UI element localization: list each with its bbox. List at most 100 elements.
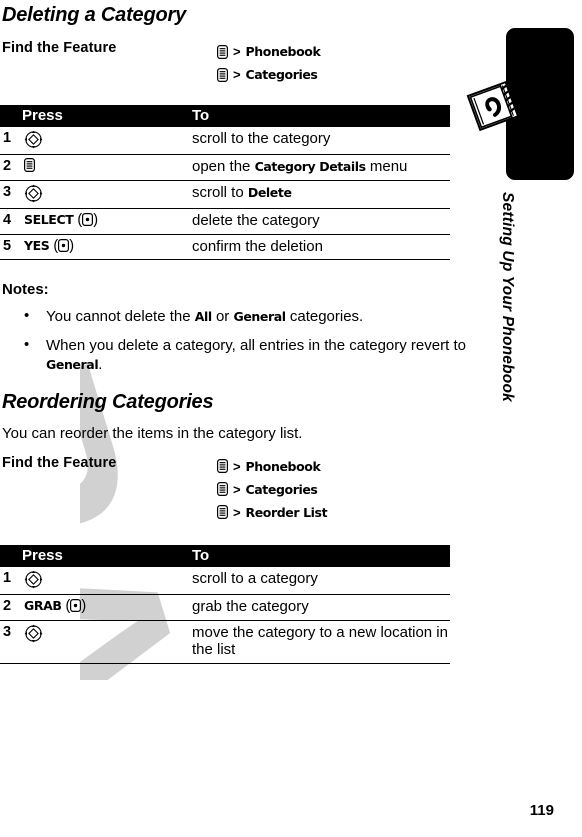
find-the-feature-label: Find the Feature bbox=[2, 40, 117, 56]
soft-key-icon bbox=[82, 212, 94, 226]
path-destination: Phonebook bbox=[245, 458, 321, 474]
table-row: 2 open the Category Details menu bbox=[0, 154, 450, 181]
step-number: 1 bbox=[0, 566, 22, 595]
table-row: 2 GRAB ( ) grab the category bbox=[0, 594, 450, 621]
step-to-prefix: scroll to the category bbox=[192, 130, 331, 147]
col-to: To bbox=[192, 544, 450, 567]
step-number: 4 bbox=[0, 208, 22, 235]
softkey-paren: ) bbox=[81, 597, 87, 614]
table-header-row: Press To bbox=[0, 544, 450, 567]
steps-table-deleting: Press To 1 scroll to the category 2 open… bbox=[0, 105, 450, 259]
step-to: scroll to a category bbox=[192, 566, 450, 595]
col-to: To bbox=[192, 105, 450, 127]
step-to: move the category to a new location in t… bbox=[192, 620, 450, 663]
menu-path-line: > Categories bbox=[217, 478, 450, 501]
step-number: 1 bbox=[0, 127, 22, 156]
step-to: grab the category bbox=[192, 594, 450, 621]
find-the-feature-block-2: Find the Feature > Phonebook > Categorie… bbox=[0, 442, 450, 524]
step-to: scroll to the category bbox=[192, 127, 450, 156]
page-number: 119 bbox=[529, 802, 554, 819]
table-row: 1 bbox=[0, 127, 450, 156]
chapter-label: Setting Up Your Phonebook bbox=[499, 192, 516, 402]
step-to-prefix: scroll to bbox=[192, 183, 248, 201]
note-bold-1: All bbox=[194, 309, 212, 325]
note-mid: or bbox=[211, 308, 234, 326]
step-press-label: SELECT bbox=[24, 211, 74, 227]
step-press: YES ( ) bbox=[22, 234, 192, 259]
softkey-paren: ( bbox=[49, 237, 59, 254]
softkey-paren: ) bbox=[93, 211, 99, 228]
page-title: Deleting a Category bbox=[2, 4, 187, 26]
table-bottom-rule bbox=[0, 259, 450, 261]
path-destination: Categories bbox=[245, 481, 318, 497]
step-to-suffix: menu bbox=[365, 158, 408, 176]
step-press bbox=[22, 127, 192, 156]
note-suffix: categories. bbox=[285, 308, 364, 326]
menu-key-icon bbox=[24, 158, 35, 173]
softkey-paren: ( bbox=[73, 211, 83, 228]
step-to-bold: Delete bbox=[247, 184, 292, 200]
navigation-key-icon bbox=[24, 624, 43, 643]
manual-page: DRAFT Deleting a Category Find the Featu… bbox=[0, 0, 582, 837]
step-press bbox=[22, 154, 192, 181]
find-the-feature-label: Find the Feature bbox=[2, 454, 117, 471]
step-to-prefix: move the category to a new location in t… bbox=[192, 623, 448, 659]
list-item: When you delete a category, all entries … bbox=[24, 335, 470, 375]
step-number: 2 bbox=[0, 594, 22, 621]
step-to: confirm the deletion bbox=[192, 234, 450, 259]
step-press: GRAB ( ) bbox=[22, 594, 192, 621]
path-destination: Reorder List bbox=[245, 504, 328, 520]
table-row: 4 SELECT ( ) delete the category bbox=[0, 208, 450, 235]
section-intro: You can reorder the items in the categor… bbox=[2, 424, 303, 442]
soft-key-icon bbox=[70, 598, 82, 612]
notes-list: You cannot delete the All or General cat… bbox=[0, 306, 470, 375]
col-number bbox=[0, 105, 22, 127]
step-press: SELECT ( ) bbox=[22, 208, 192, 235]
table-row: 5 YES ( ) confirm the deletion bbox=[0, 234, 450, 259]
note-bold-2: General bbox=[233, 309, 286, 325]
find-the-feature-path: > Phonebook > Categories bbox=[217, 455, 450, 524]
step-to: delete the category bbox=[192, 208, 450, 235]
step-to-prefix: scroll to a category bbox=[192, 569, 318, 587]
path-separator: > bbox=[233, 481, 241, 497]
list-item: You cannot delete the All or General cat… bbox=[24, 306, 470, 327]
table-bottom-rule bbox=[0, 662, 450, 664]
col-number bbox=[0, 544, 22, 567]
step-number: 5 bbox=[3, 237, 12, 254]
path-destination: Phonebook bbox=[245, 44, 321, 59]
step-to: scroll to Delete bbox=[192, 180, 450, 209]
table-row: 3 bbox=[0, 180, 450, 209]
soft-key-icon bbox=[58, 238, 70, 252]
step-to-prefix: confirm the deletion bbox=[192, 237, 323, 255]
step-to-prefix: delete the category bbox=[192, 211, 320, 229]
col-press: Press bbox=[22, 105, 192, 127]
note-suffix: . bbox=[98, 356, 103, 374]
page-content: Deleting a Category Find the Feature > P… bbox=[0, 0, 466, 664]
step-press bbox=[22, 180, 192, 209]
softkey-paren: ) bbox=[69, 237, 75, 254]
notes-heading: Notes: bbox=[2, 281, 49, 299]
section-title-reordering: Reordering Categories bbox=[2, 390, 214, 413]
step-number: 3 bbox=[0, 180, 22, 209]
step-number: 3 bbox=[3, 623, 12, 640]
menu-path-line: > Phonebook bbox=[217, 455, 450, 478]
navigation-key-icon bbox=[24, 130, 43, 149]
table-row: 1 bbox=[0, 566, 450, 595]
col-press: Press bbox=[22, 544, 192, 567]
step-press-label: YES bbox=[24, 237, 50, 253]
step-press bbox=[22, 566, 192, 595]
find-the-feature-block-1: Find the Feature > Phonebook > Categorie… bbox=[0, 27, 450, 86]
menu-path-line: > Phonebook bbox=[217, 40, 450, 63]
step-to-prefix: grab the category bbox=[192, 597, 309, 615]
table-row: 3 bbox=[0, 620, 450, 663]
menu-path-line: > Reorder List bbox=[217, 501, 450, 524]
step-to: open the Category Details menu bbox=[192, 154, 450, 181]
step-press-label: GRAB bbox=[24, 597, 62, 613]
step-press bbox=[22, 620, 192, 663]
note-prefix: When you delete a category, all entries … bbox=[46, 336, 466, 354]
step-to-prefix: open the bbox=[192, 158, 255, 176]
path-separator: > bbox=[233, 67, 241, 82]
menu-path-line: > Categories bbox=[217, 63, 450, 86]
steps-table-reordering: Press To 1 scroll to a category 2 GRAB (… bbox=[0, 544, 450, 663]
path-destination: Categories bbox=[245, 67, 318, 82]
